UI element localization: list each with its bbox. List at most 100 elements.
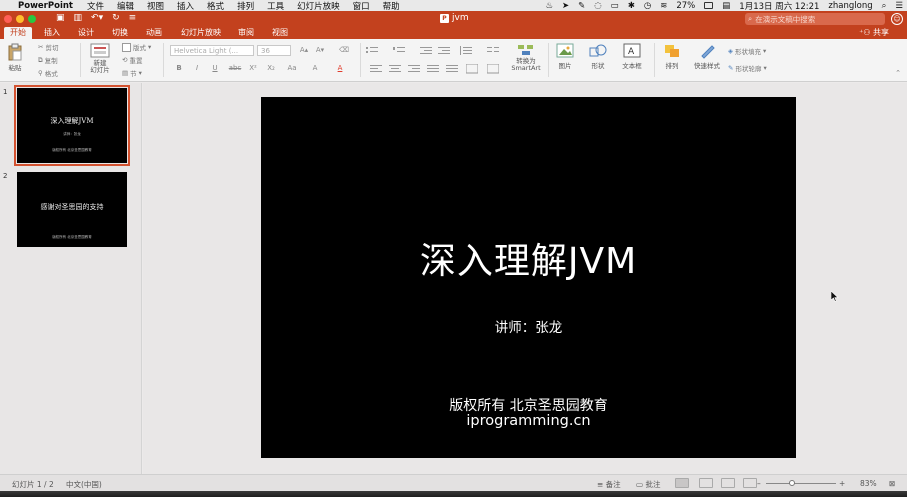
change-case-icon[interactable]: Aa xyxy=(285,63,299,74)
location-icon[interactable]: ➤ xyxy=(562,1,569,11)
tab-home[interactable]: 开始 xyxy=(4,27,32,39)
normal-view-button[interactable] xyxy=(675,478,689,488)
tab-view[interactable]: 视图 xyxy=(268,27,292,39)
zoom-slider-handle[interactable] xyxy=(789,480,795,486)
reset-button[interactable]: ⟲ 重置 xyxy=(122,55,142,65)
paste-button[interactable]: 粘贴 xyxy=(4,43,26,72)
battery-percent[interactable]: 27% xyxy=(676,1,695,11)
font-color-icon[interactable]: A xyxy=(333,63,347,74)
format-painter-button[interactable]: ⚲ 格式 xyxy=(38,68,58,78)
font-name-select[interactable]: Helvetica Light (... xyxy=(170,45,254,56)
menu-format[interactable]: 格式 xyxy=(207,0,224,12)
slide-url[interactable]: iprogramming.cn xyxy=(261,413,796,429)
user-menu[interactable]: zhanglong xyxy=(828,1,872,11)
menu-insert[interactable]: 插入 xyxy=(177,0,194,12)
text-direction-icon[interactable] xyxy=(466,64,478,74)
slide-sorter-view-button[interactable] xyxy=(699,478,713,488)
bluetooth-icon[interactable]: ✱ xyxy=(628,1,635,11)
wifi-icon[interactable]: ≋ xyxy=(660,1,667,11)
menu-tools[interactable]: 工具 xyxy=(267,0,284,12)
close-window-button[interactable] xyxy=(4,15,12,23)
align-text-icon[interactable] xyxy=(487,64,499,74)
clock[interactable]: 1月13日 周六 12:21 xyxy=(739,0,819,12)
collapse-ribbon-icon[interactable]: ⌃ xyxy=(895,69,901,77)
align-center-icon[interactable] xyxy=(389,64,401,74)
flag-icon[interactable]: ▤ xyxy=(722,1,730,11)
ring-icon[interactable]: ◌ xyxy=(594,1,601,11)
minimize-window-button[interactable] xyxy=(16,15,24,23)
app-menu[interactable]: PowerPoint xyxy=(18,1,73,11)
decrease-indent-icon[interactable] xyxy=(420,46,432,56)
subscript-button[interactable]: X₂ xyxy=(264,63,278,74)
clear-format-icon[interactable]: ⌫ xyxy=(337,45,351,56)
menu-view[interactable]: 视图 xyxy=(147,0,164,12)
line-spacing-icon[interactable] xyxy=(460,46,472,56)
shape-fill-button[interactable]: ◈ 形状填充 ▾ xyxy=(728,46,766,56)
copy-button[interactable]: ⧉ 复制 xyxy=(38,55,58,66)
align-left-icon[interactable] xyxy=(370,64,382,74)
bold-button[interactable]: B xyxy=(172,63,186,74)
arrange-button[interactable]: 排列 xyxy=(661,43,683,70)
redo-icon[interactable]: ↻ xyxy=(112,13,120,23)
grow-font-icon[interactable]: A▴ xyxy=(297,45,311,56)
reading-view-button[interactable] xyxy=(721,478,735,488)
zoom-in-button[interactable]: + xyxy=(839,479,845,488)
shape-outline-button[interactable]: ✎ 形状轮廓 ▾ xyxy=(728,63,767,73)
battery-icon[interactable] xyxy=(704,2,714,9)
bullets-icon[interactable] xyxy=(366,46,378,56)
distributed-icon[interactable] xyxy=(446,64,458,74)
textbox-button[interactable]: A 文本框 xyxy=(619,43,645,70)
share-button[interactable]: ⁺⚇ 共享 xyxy=(859,27,889,39)
menu-help[interactable]: 帮助 xyxy=(383,0,400,12)
feedback-smiley-icon[interactable]: ☺ xyxy=(891,13,903,25)
zoom-out-button[interactable]: – xyxy=(757,479,761,488)
notes-icon[interactable]: ✎ xyxy=(578,1,585,11)
search-field[interactable]: ⌕ 在演示文稿中搜索 xyxy=(745,13,885,25)
language-indicator[interactable]: 中文(中国) xyxy=(66,479,102,490)
customize-qat-icon[interactable]: ≡ xyxy=(129,13,137,23)
strikethrough-button[interactable]: abc xyxy=(228,63,242,74)
airplay-icon[interactable]: ▭ xyxy=(611,1,619,11)
convert-smartart-button[interactable]: 转换为 SmartArt xyxy=(509,43,543,72)
slide-copyright[interactable]: 版权所有 北京圣思园教育 xyxy=(261,395,796,415)
tab-insert[interactable]: 插入 xyxy=(40,27,64,39)
superscript-button[interactable]: X² xyxy=(246,63,260,74)
fit-to-window-icon[interactable]: ⊠ xyxy=(889,479,895,488)
undo-icon[interactable]: ↶▾ xyxy=(91,13,103,23)
current-slide[interactable]: 深入理解JVM 讲师：张龙 版权所有 北京圣思园教育 iprogramming.… xyxy=(261,97,796,458)
slides-view-icon[interactable]: ▣ xyxy=(56,13,65,23)
cut-button[interactable]: ✂ 剪切 xyxy=(38,42,58,52)
picture-button[interactable]: 图片 xyxy=(554,43,576,70)
increase-indent-icon[interactable] xyxy=(438,46,450,56)
tab-design[interactable]: 设计 xyxy=(74,27,98,39)
slideshow-view-button[interactable] xyxy=(743,478,757,488)
tab-review[interactable]: 审阅 xyxy=(234,27,258,39)
quick-styles-button[interactable]: 快速样式 xyxy=(690,43,724,70)
slide-subtitle[interactable]: 讲师：张龙 xyxy=(261,316,796,336)
save-icon[interactable]: ▥ xyxy=(74,13,83,23)
maximize-window-button[interactable] xyxy=(28,15,36,23)
layout-button[interactable]: 版式 ▾ xyxy=(122,42,151,52)
justify-icon[interactable] xyxy=(427,64,439,74)
shape-button[interactable]: 形状 xyxy=(587,43,609,70)
tab-transitions[interactable]: 切换 xyxy=(108,27,132,39)
shrink-font-icon[interactable]: A▾ xyxy=(313,45,327,56)
timemachine-icon[interactable]: ◷ xyxy=(644,1,651,11)
tab-animations[interactable]: 动画 xyxy=(142,27,166,39)
zoom-level[interactable]: 83% xyxy=(860,479,877,488)
slide-thumbnail-2[interactable]: 感谢对圣思园的支持 版权所有 北京圣思园教育 xyxy=(17,172,127,247)
underline-button[interactable]: U xyxy=(208,63,222,74)
section-button[interactable]: ▤ 节 ▾ xyxy=(122,68,142,78)
menu-file[interactable]: 文件 xyxy=(87,0,104,12)
menu-edit[interactable]: 编辑 xyxy=(117,0,134,12)
align-right-icon[interactable] xyxy=(408,64,420,74)
menu-slideshow[interactable]: 幻灯片放映 xyxy=(297,0,340,12)
zoom-slider[interactable] xyxy=(766,483,836,484)
new-slide-button[interactable]: 新建 幻灯片 xyxy=(86,43,114,74)
notes-button[interactable]: ≡ 备注 xyxy=(597,479,621,490)
notification-center-icon[interactable]: ☰ xyxy=(895,1,903,11)
italic-button[interactable]: I xyxy=(190,63,204,74)
char-spacing-icon[interactable]: A xyxy=(308,63,322,74)
comments-button[interactable]: ▭ 批注 xyxy=(636,479,660,490)
columns-icon[interactable] xyxy=(487,46,499,56)
